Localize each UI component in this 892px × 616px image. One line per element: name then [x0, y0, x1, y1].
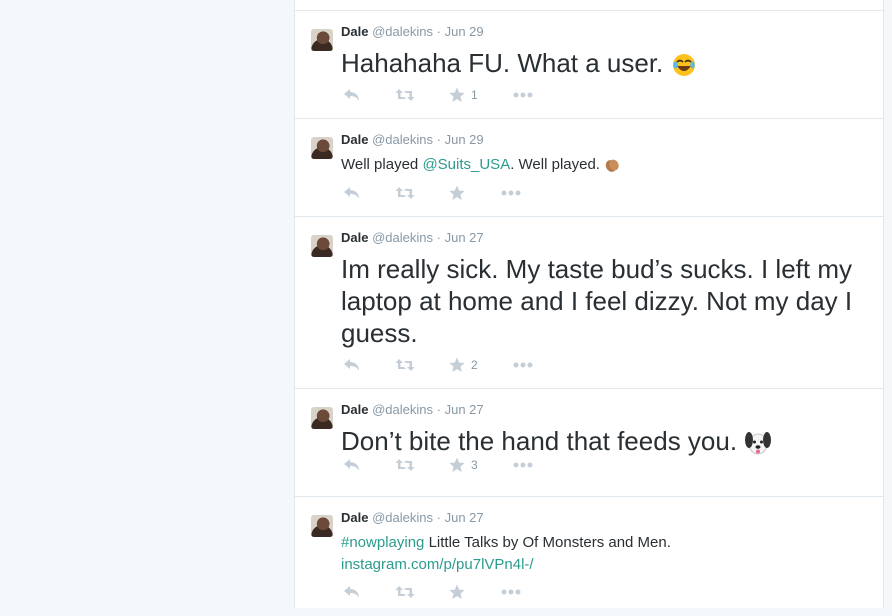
tweet-text: Hahahaha FU. What a user.: [341, 47, 869, 79]
favorite-button[interactable]: 2: [449, 357, 513, 373]
more-icon[interactable]: [501, 589, 521, 595]
more-icon[interactable]: [501, 190, 521, 196]
user-handle[interactable]: @dalekins: [372, 510, 433, 525]
star-icon: [449, 185, 465, 200]
retweet-icon[interactable]: [395, 186, 449, 200]
star-icon: [449, 457, 465, 472]
user-handle[interactable]: @dalekins: [372, 230, 433, 245]
user-name[interactable]: Dale: [341, 402, 368, 417]
star-icon: [449, 357, 465, 372]
tweet-date[interactable]: Jun 29: [445, 24, 484, 39]
tweet[interactable]: Dale @dalekins · Jun 29 Hahahaha FU. Wha…: [295, 10, 883, 118]
reply-icon[interactable]: [343, 88, 395, 102]
user-name[interactable]: Dale: [341, 230, 368, 245]
user-handle[interactable]: @dalekins: [372, 24, 433, 39]
reply-icon[interactable]: [343, 585, 395, 599]
favorite-button[interactable]: 3: [449, 457, 513, 473]
laughing-tears-emoji: [672, 54, 695, 77]
tweet-text: #nowplaying Little Talks by Of Monsters …: [341, 532, 869, 576]
separator: ·: [436, 132, 441, 147]
dog-face-emoji: [745, 432, 772, 455]
mention-link[interactable]: @Suits_USA: [422, 156, 510, 173]
favorite-button[interactable]: [449, 185, 501, 201]
tweet[interactable]: Dale @dalekins · Jun 27 #nowplaying Litt…: [295, 496, 883, 616]
reply-icon[interactable]: [343, 186, 395, 200]
tweet-text-content: Well played: [341, 156, 423, 173]
tweet-date[interactable]: Jun 27: [445, 230, 484, 245]
tweet-header: Dale @dalekins · Jun 27: [341, 510, 484, 525]
tweet-text: Im really sick. My taste bud’s sucks. I …: [341, 254, 853, 348]
tweet-text-content: Hahahaha FU. What a user.: [341, 48, 664, 78]
separator: ·: [436, 230, 441, 245]
tweet-header: Dale @dalekins · Jun 27: [341, 230, 484, 245]
tweet-text: Don’t bite the hand that feeds you.: [341, 425, 869, 457]
avatar[interactable]: [311, 407, 333, 429]
tweet-date[interactable]: Jun 27: [445, 402, 484, 417]
user-name[interactable]: Dale: [341, 132, 368, 147]
url-link[interactable]: instagram.com/p/pu7lVPn4l-/: [341, 556, 534, 573]
favorite-count: 1: [471, 88, 478, 102]
avatar[interactable]: [311, 515, 333, 537]
tweet-actions: [343, 184, 521, 202]
star-icon: [449, 87, 465, 102]
tweet-header: Dale @dalekins · Jun 27: [341, 402, 484, 417]
tweet-actions: 2: [343, 356, 533, 374]
tweet-actions: [343, 583, 521, 601]
retweet-icon[interactable]: [395, 458, 449, 472]
tweet-text: Well played @Suits_USA. Well played.: [341, 154, 869, 176]
hashtag-link[interactable]: #nowplaying: [341, 534, 424, 551]
favorite-button[interactable]: 1: [449, 87, 513, 103]
tweet[interactable]: Dale @dalekins · Jun 27 Don’t bite the h…: [295, 388, 883, 496]
avatar[interactable]: [311, 29, 333, 51]
avatar[interactable]: [311, 235, 333, 257]
more-icon[interactable]: [513, 462, 533, 468]
user-name[interactable]: Dale: [341, 24, 368, 39]
tweet[interactable]: Dale @dalekins · Jun 29 Well played @Sui…: [295, 118, 883, 216]
separator: ·: [436, 402, 441, 417]
separator: ·: [436, 510, 441, 525]
reply-icon[interactable]: [343, 458, 395, 472]
favorite-count: 2: [471, 358, 478, 372]
tweet-text-content: Don’t bite the hand that feeds you.: [341, 426, 738, 456]
tweet-date[interactable]: Jun 27: [445, 510, 484, 525]
tweet-header: Dale @dalekins · Jun 29: [341, 24, 484, 39]
tweet-text-content: Little Talks by Of Monsters and Men.: [424, 534, 671, 551]
user-name[interactable]: Dale: [341, 510, 368, 525]
tweet-text-content: . Well played.: [510, 156, 600, 173]
retweet-icon[interactable]: [395, 88, 449, 102]
more-icon[interactable]: [513, 92, 533, 98]
tweet-actions: 3: [343, 456, 533, 474]
tweet-actions: 1: [343, 86, 533, 104]
reply-icon[interactable]: [343, 358, 395, 372]
favorite-button[interactable]: [449, 584, 501, 600]
favorite-count: 3: [471, 458, 478, 472]
more-icon[interactable]: [513, 362, 533, 368]
avatar[interactable]: [311, 137, 333, 159]
retweet-icon[interactable]: [395, 585, 449, 599]
retweet-icon[interactable]: [395, 358, 449, 372]
tweet-header: Dale @dalekins · Jun 29: [341, 132, 484, 147]
separator: ·: [436, 24, 441, 39]
star-icon: [449, 584, 465, 599]
clapping-hands-emoji: [605, 159, 619, 172]
tweet[interactable]: Dale @dalekins · Jun 27 Im really sick. …: [295, 216, 883, 388]
user-handle[interactable]: @dalekins: [372, 132, 433, 147]
tweet-date[interactable]: Jun 29: [445, 132, 484, 147]
user-handle[interactable]: @dalekins: [372, 402, 433, 417]
tweet-stream: Dale @dalekins · Jun 29 Hahahaha FU. Wha…: [294, 0, 884, 608]
